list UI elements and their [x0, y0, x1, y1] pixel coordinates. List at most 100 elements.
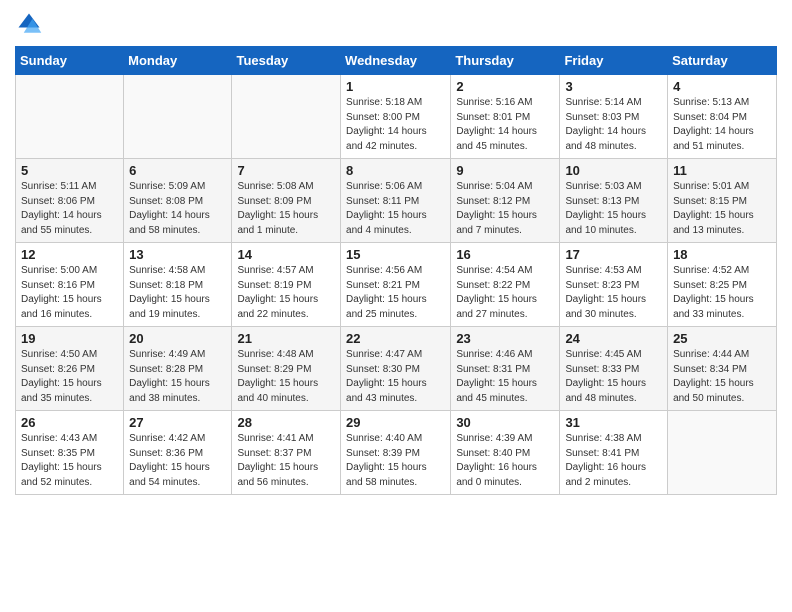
day-number: 1 [346, 79, 445, 94]
calendar-header-row: SundayMondayTuesdayWednesdayThursdayFrid… [16, 47, 777, 75]
calendar-cell: 26 Sunrise: 4:43 AM Sunset: 8:35 PM Dayli… [16, 411, 124, 495]
calendar-cell [232, 75, 341, 159]
calendar-cell: 10 Sunrise: 5:03 AM Sunset: 8:13 PM Dayli… [560, 159, 668, 243]
day-number: 3 [565, 79, 662, 94]
day-info: Sunrise: 4:40 AM Sunset: 8:39 PM Dayligh… [346, 432, 445, 490]
day-number: 7 [237, 163, 335, 178]
day-info: Sunrise: 5:18 AM Sunset: 8:00 PM Dayligh… [346, 96, 445, 154]
calendar-week-row: 12 Sunrise: 5:00 AM Sunset: 8:16 PM Dayli… [16, 243, 777, 327]
day-number: 16 [456, 247, 554, 262]
day-info: Sunrise: 5:01 AM Sunset: 8:15 PM Dayligh… [673, 180, 771, 238]
calendar-cell: 2Sunrise: 5:16 AM Sunset: 8:01 PM Daylig… [451, 75, 560, 159]
day-number: 29 [346, 415, 445, 430]
calendar-cell: 8Sunrise: 5:06 AM Sunset: 8:11 PM Daylig… [341, 159, 451, 243]
day-info: Sunrise: 5:09 AM Sunset: 8:08 PM Dayligh… [129, 180, 226, 238]
day-number: 31 [565, 415, 662, 430]
day-header-tuesday: Tuesday [232, 47, 341, 75]
day-header-monday: Monday [124, 47, 232, 75]
calendar-week-row: 5 Sunrise: 5:11 AM Sunset: 8:06 PM Daylig… [16, 159, 777, 243]
day-number: 28 [237, 415, 335, 430]
day-info: Sunrise: 5:14 AM Sunset: 8:03 PM Dayligh… [565, 96, 662, 154]
day-info: Sunrise: 4:46 AM Sunset: 8:31 PM Dayligh… [456, 348, 554, 406]
day-info: Sunrise: 4:56 AM Sunset: 8:21 PM Dayligh… [346, 264, 445, 322]
day-number: 26 [21, 415, 118, 430]
day-info: Sunrise: 4:41 AM Sunset: 8:37 PM Dayligh… [237, 432, 335, 490]
calendar-cell: 18Sunrise: 4:52 AM Sunset: 8:25 PM Dayli… [668, 243, 777, 327]
calendar-week-row: 1 Sunrise: 5:18 AM Sunset: 8:00 PM Daylig… [16, 75, 777, 159]
day-info: Sunrise: 5:00 AM Sunset: 8:16 PM Dayligh… [21, 264, 118, 322]
calendar-week-row: 26 Sunrise: 4:43 AM Sunset: 8:35 PM Dayli… [16, 411, 777, 495]
day-info: Sunrise: 4:50 AM Sunset: 8:26 PM Dayligh… [21, 348, 118, 406]
day-number: 9 [456, 163, 554, 178]
logo [15, 10, 47, 38]
day-header-wednesday: Wednesday [341, 47, 451, 75]
day-info: Sunrise: 4:45 AM Sunset: 8:33 PM Dayligh… [565, 348, 662, 406]
day-number: 12 [21, 247, 118, 262]
day-number: 27 [129, 415, 226, 430]
day-number: 6 [129, 163, 226, 178]
calendar-cell: 1 Sunrise: 5:18 AM Sunset: 8:00 PM Daylig… [341, 75, 451, 159]
calendar-cell [668, 411, 777, 495]
day-info: Sunrise: 5:16 AM Sunset: 8:01 PM Dayligh… [456, 96, 554, 154]
calendar-cell: 6 Sunrise: 5:09 AM Sunset: 8:08 PM Daylig… [124, 159, 232, 243]
calendar-cell: 12 Sunrise: 5:00 AM Sunset: 8:16 PM Dayli… [16, 243, 124, 327]
calendar-cell: 24 Sunrise: 4:45 AM Sunset: 8:33 PM Dayli… [560, 327, 668, 411]
day-number: 21 [237, 331, 335, 346]
calendar-cell: 5 Sunrise: 5:11 AM Sunset: 8:06 PM Daylig… [16, 159, 124, 243]
day-header-sunday: Sunday [16, 47, 124, 75]
calendar-cell: 29 Sunrise: 4:40 AM Sunset: 8:39 PM Dayli… [341, 411, 451, 495]
day-number: 19 [21, 331, 118, 346]
calendar-cell: 4 Sunrise: 5:13 AM Sunset: 8:04 PM Daylig… [668, 75, 777, 159]
calendar-cell: 17 Sunrise: 4:53 AM Sunset: 8:23 PM Dayli… [560, 243, 668, 327]
day-number: 10 [565, 163, 662, 178]
day-number: 8 [346, 163, 445, 178]
day-number: 25 [673, 331, 771, 346]
day-header-saturday: Saturday [668, 47, 777, 75]
calendar-cell: 30Sunrise: 4:39 AM Sunset: 8:40 PM Dayli… [451, 411, 560, 495]
day-info: Sunrise: 4:57 AM Sunset: 8:19 PM Dayligh… [237, 264, 335, 322]
day-number: 14 [237, 247, 335, 262]
calendar-cell: 31 Sunrise: 4:38 AM Sunset: 8:41 PM Dayli… [560, 411, 668, 495]
calendar-cell: 7 Sunrise: 5:08 AM Sunset: 8:09 PM Daylig… [232, 159, 341, 243]
day-info: Sunrise: 4:43 AM Sunset: 8:35 PM Dayligh… [21, 432, 118, 490]
calendar-cell: 19 Sunrise: 4:50 AM Sunset: 8:26 PM Dayli… [16, 327, 124, 411]
calendar-cell: 25Sunrise: 4:44 AM Sunset: 8:34 PM Dayli… [668, 327, 777, 411]
day-header-thursday: Thursday [451, 47, 560, 75]
day-info: Sunrise: 5:04 AM Sunset: 8:12 PM Dayligh… [456, 180, 554, 238]
day-number: 17 [565, 247, 662, 262]
calendar-cell [16, 75, 124, 159]
calendar-week-row: 19 Sunrise: 4:50 AM Sunset: 8:26 PM Dayli… [16, 327, 777, 411]
day-info: Sunrise: 4:54 AM Sunset: 8:22 PM Dayligh… [456, 264, 554, 322]
calendar-cell: 3 Sunrise: 5:14 AM Sunset: 8:03 PM Daylig… [560, 75, 668, 159]
calendar-cell [124, 75, 232, 159]
calendar-cell: 28 Sunrise: 4:41 AM Sunset: 8:37 PM Dayli… [232, 411, 341, 495]
day-info: Sunrise: 5:08 AM Sunset: 8:09 PM Dayligh… [237, 180, 335, 238]
day-number: 20 [129, 331, 226, 346]
day-number: 22 [346, 331, 445, 346]
day-info: Sunrise: 5:11 AM Sunset: 8:06 PM Dayligh… [21, 180, 118, 238]
day-info: Sunrise: 5:03 AM Sunset: 8:13 PM Dayligh… [565, 180, 662, 238]
day-number: 18 [673, 247, 771, 262]
day-info: Sunrise: 4:49 AM Sunset: 8:28 PM Dayligh… [129, 348, 226, 406]
day-info: Sunrise: 4:58 AM Sunset: 8:18 PM Dayligh… [129, 264, 226, 322]
day-info: Sunrise: 4:47 AM Sunset: 8:30 PM Dayligh… [346, 348, 445, 406]
calendar-cell: 15 Sunrise: 4:56 AM Sunset: 8:21 PM Dayli… [341, 243, 451, 327]
calendar-cell: 23Sunrise: 4:46 AM Sunset: 8:31 PM Dayli… [451, 327, 560, 411]
day-number: 13 [129, 247, 226, 262]
day-number: 11 [673, 163, 771, 178]
day-number: 5 [21, 163, 118, 178]
calendar-cell: 20 Sunrise: 4:49 AM Sunset: 8:28 PM Dayli… [124, 327, 232, 411]
calendar-cell: 22 Sunrise: 4:47 AM Sunset: 8:30 PM Dayli… [341, 327, 451, 411]
calendar-cell: 27Sunrise: 4:42 AM Sunset: 8:36 PM Dayli… [124, 411, 232, 495]
day-info: Sunrise: 4:38 AM Sunset: 8:41 PM Dayligh… [565, 432, 662, 490]
day-info: Sunrise: 4:53 AM Sunset: 8:23 PM Dayligh… [565, 264, 662, 322]
day-number: 15 [346, 247, 445, 262]
day-info: Sunrise: 4:48 AM Sunset: 8:29 PM Dayligh… [237, 348, 335, 406]
day-info: Sunrise: 5:13 AM Sunset: 8:04 PM Dayligh… [673, 96, 771, 154]
calendar-cell: 11 Sunrise: 5:01 AM Sunset: 8:15 PM Dayli… [668, 159, 777, 243]
day-number: 24 [565, 331, 662, 346]
calendar-cell: 14 Sunrise: 4:57 AM Sunset: 8:19 PM Dayli… [232, 243, 341, 327]
day-number: 4 [673, 79, 771, 94]
logo-icon [15, 10, 43, 38]
day-info: Sunrise: 4:39 AM Sunset: 8:40 PM Dayligh… [456, 432, 554, 490]
